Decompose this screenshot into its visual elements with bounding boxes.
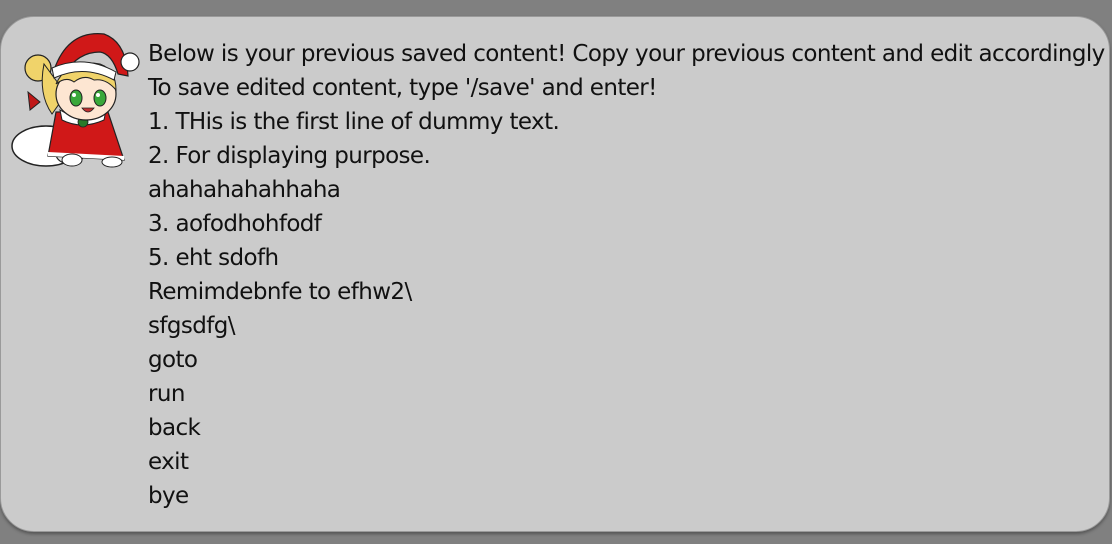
- santa-chibi-avatar-icon: [8, 24, 140, 170]
- message-line: exit: [148, 449, 189, 475]
- message-text: Below is your previous saved content! Co…: [148, 37, 1105, 513]
- message-line: 1. THis is the first line of dummy text.: [148, 109, 560, 135]
- message-line: 3. aofodhohfodf: [148, 211, 322, 237]
- message-line: bye: [148, 483, 189, 509]
- message-line: ahahahahahhaha: [148, 177, 341, 203]
- message-line: 5. eht sdofh: [148, 245, 279, 271]
- message-line: To save edited content, type '/save' and…: [148, 75, 657, 101]
- message-line: run: [148, 381, 185, 407]
- message-line: Remimdebnfe to efhw2\: [148, 279, 412, 305]
- message-line: sfgsdfg\: [148, 313, 236, 339]
- message-line: back: [148, 415, 201, 441]
- message-line: goto: [148, 347, 198, 373]
- message-line: 2. For displaying purpose.: [148, 143, 431, 169]
- message-line: Below is your previous saved content! Co…: [148, 41, 1105, 67]
